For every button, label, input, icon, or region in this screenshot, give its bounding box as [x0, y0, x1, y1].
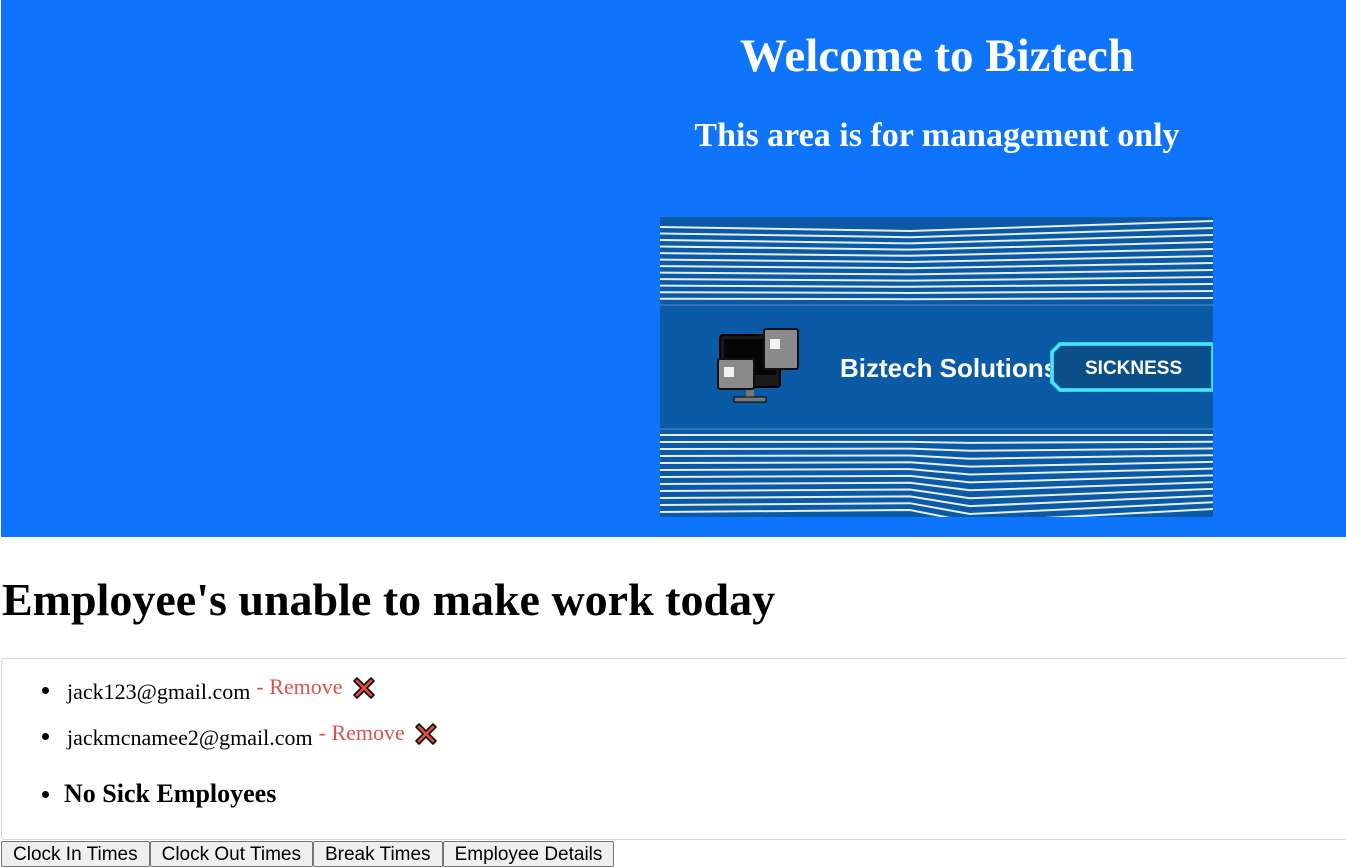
sickness-banner-image: Biztech Solutions SICKNESS	[660, 217, 1213, 517]
list-item: jackmcnamee2@gmail.com - Remove	[42, 719, 439, 751]
clock-in-times-button[interactable]: Clock In Times	[1, 841, 150, 867]
page-subtitle: This area is for management only	[694, 117, 1180, 154]
sickness-tag: SICKNESS	[1050, 342, 1213, 392]
remove-link[interactable]: - Remove	[319, 720, 405, 746]
remove-x-icon[interactable]	[413, 721, 439, 747]
employee-details-button[interactable]: Employee Details	[442, 841, 615, 867]
break-times-button[interactable]: Break Times	[312, 841, 443, 867]
banner-stripe	[660, 297, 1213, 301]
empty-state-item: No Sick Employees	[42, 779, 276, 809]
bullet-icon	[42, 790, 49, 798]
banner-graphic: Biztech Solutions SICKNESS	[660, 217, 1213, 517]
page-title: Welcome to Biztech	[739, 30, 1135, 82]
sickness-tag-label: SICKNESS	[1085, 358, 1182, 379]
employee-email: jack123@gmail.com	[67, 679, 251, 704]
list-item: jack123@gmail.com - Remove	[42, 673, 377, 705]
hero-header: Welcome to Biztech This area is for mana…	[1, 0, 1346, 537]
bullet-icon	[42, 733, 49, 740]
banner-brand-text: Biztech Solutions	[840, 353, 1058, 383]
report-tabs: Clock In Times Clock Out Times Break Tim…	[1, 841, 615, 867]
remove-x-icon[interactable]	[351, 675, 377, 701]
sick-employees-heading: Employee's unable to make work today	[2, 574, 776, 625]
remove-link[interactable]: - Remove	[256, 674, 342, 700]
bullet-icon	[42, 687, 49, 694]
banner-stripe	[660, 440, 1213, 444]
sick-employee-list: jack123@gmail.com - Remove jackmcnamee2@…	[1, 658, 1346, 840]
clock-out-times-button[interactable]: Clock Out Times	[149, 841, 313, 867]
empty-state-message: No Sick Employees	[64, 779, 277, 808]
employee-email: jackmcnamee2@gmail.com	[67, 725, 313, 750]
